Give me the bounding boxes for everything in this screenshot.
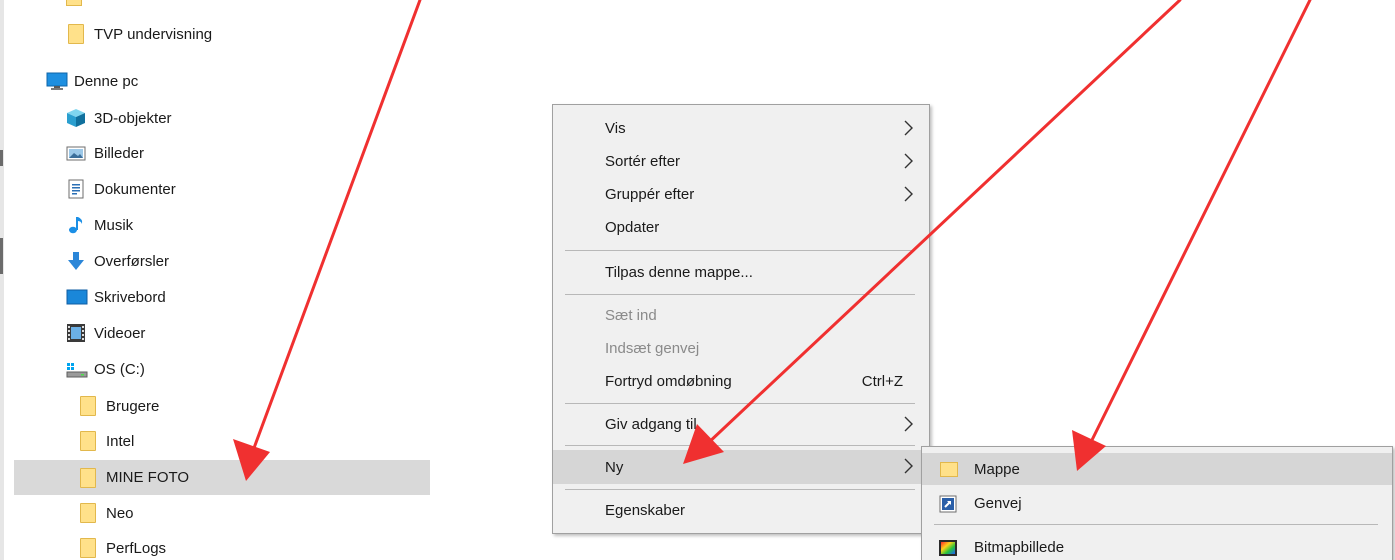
chevron-right-icon (904, 416, 913, 432)
menu-item-label: Tilpas denne mappe... (605, 264, 753, 281)
nav-item-neo[interactable]: Neo (14, 497, 430, 529)
nav-item-musik[interactable]: Musik (14, 209, 430, 241)
menu-item-indsaet-genvej[interactable]: Indsæt genvej (553, 332, 929, 365)
nav-item-label: TVP undervisning (94, 25, 213, 43)
menu-item-fortryd-omdobning[interactable]: Fortryd omdøbning Ctrl+Z (553, 365, 929, 398)
menu-item-vis[interactable]: Vis (553, 112, 929, 145)
nav-item-dokumenter[interactable]: Dokumenter (14, 173, 430, 205)
menu-separator (565, 250, 915, 251)
navigation-pane: TVP undervisning Denne pc 3D-objekter Bi… (14, 0, 430, 560)
folder-icon (78, 503, 98, 523)
menu-separator (934, 524, 1378, 525)
folder-icon (78, 431, 98, 451)
nav-item-tvp-undervisning[interactable]: TVP undervisning (14, 18, 430, 50)
pictures-icon (66, 143, 86, 163)
computer-icon (46, 71, 68, 91)
menu-item-label: Indsæt genvej (605, 340, 700, 357)
music-icon (66, 215, 86, 235)
nav-item-billeder[interactable]: Billeder (14, 137, 430, 169)
menu-item-label: Opdater (605, 219, 660, 236)
menu-item-egenskaber[interactable]: Egenskaber (553, 494, 929, 527)
menu-item-label: Ny (605, 458, 624, 476)
nav-item-label: 3D-objekter (94, 109, 172, 127)
menu-item-label: Sæt ind (605, 307, 657, 324)
folder-icon (78, 467, 98, 488)
menu-item-sorter-efter[interactable]: Sortér efter (553, 145, 929, 178)
menu-item-label: Sortér efter (605, 153, 681, 170)
nav-item-label: MINE FOTO (106, 469, 190, 486)
window-left-edge (0, 0, 4, 560)
submenu-item-label: Genvej (974, 494, 1022, 512)
menu-item-grupper-efter[interactable]: Gruppér efter (553, 178, 929, 211)
chevron-right-icon (904, 120, 913, 136)
drive-icon (66, 359, 88, 379)
folder-icon (78, 538, 98, 558)
nav-item-label: PerfLogs (106, 539, 167, 557)
menu-item-tilpas-denne-mappe[interactable]: Tilpas denne mappe... (553, 256, 929, 289)
nav-item-label: Intel (106, 432, 135, 450)
menu-item-opdater[interactable]: Opdater (553, 211, 929, 244)
nav-item-skrivebord[interactable]: Skrivebord (14, 281, 430, 313)
chevron-right-icon (904, 186, 913, 202)
videos-icon (66, 323, 86, 343)
submenu-new: Mappe Genvej Bitmapbillede (921, 446, 1393, 560)
menu-item-label: Gruppér efter (605, 186, 695, 203)
annotation-arrow-to-mappe (1072, 0, 1312, 471)
nav-item-os-c[interactable]: OS (C:) (14, 353, 430, 385)
submenu-item-label: Mappe (974, 460, 1020, 478)
nav-item-3d-objekter[interactable]: 3D-objekter (14, 102, 430, 134)
menu-item-label: Giv adgang til (605, 416, 697, 433)
nav-item-label: OS (C:) (94, 360, 145, 378)
nav-item-overforsler[interactable]: Overførsler (14, 245, 430, 277)
menu-item-saet-ind[interactable]: Sæt ind (553, 299, 929, 332)
folder-icon (938, 460, 958, 480)
menu-separator (565, 489, 915, 490)
menu-item-label: Egenskaber (605, 502, 686, 519)
nav-item-label: Videoer (94, 324, 146, 342)
nav-item-denne-pc[interactable]: Denne pc (14, 65, 430, 97)
nav-item-label: Brugere (106, 397, 160, 415)
chevron-right-icon (904, 153, 913, 169)
screenshot-stage: TVP undervisning Denne pc 3D-objekter Bi… (0, 0, 1395, 560)
download-icon (66, 251, 86, 271)
menu-separator (565, 294, 915, 295)
nav-item-intel[interactable]: Intel (14, 425, 430, 457)
menu-separator (565, 403, 915, 404)
chevron-right-icon (904, 458, 913, 474)
submenu-item-mappe[interactable]: Mappe (922, 453, 1392, 485)
bitmap-icon (938, 538, 958, 558)
shortcut-icon (938, 494, 958, 514)
menu-item-label: Fortryd omdøbning (605, 373, 732, 390)
nav-item-videoer[interactable]: Videoer (14, 317, 430, 349)
documents-icon (66, 179, 86, 199)
3d-objects-icon (66, 108, 86, 128)
folder-icon (66, 24, 86, 44)
nav-item-mine-foto[interactable]: MINE FOTO (14, 460, 430, 495)
menu-separator (565, 445, 915, 446)
submenu-item-label: Bitmapbillede (974, 538, 1065, 556)
nav-item-label: Dokumenter (94, 180, 176, 198)
menu-item-giv-adgang-til[interactable]: Giv adgang til (553, 408, 929, 441)
desktop-icon (66, 287, 88, 307)
nav-item-perflogs[interactable]: PerfLogs (14, 532, 430, 560)
menu-item-ny[interactable]: Ny (553, 450, 929, 484)
nav-item-label: Denne pc (74, 72, 139, 90)
submenu-item-genvej[interactable]: Genvej (922, 487, 1392, 519)
nav-item-label: Overførsler (94, 252, 169, 270)
nav-item-label: Billeder (94, 144, 145, 162)
nav-item-label: Musik (94, 216, 134, 234)
submenu-item-bitmapbillede[interactable]: Bitmapbillede (922, 531, 1392, 560)
folder-icon (78, 396, 98, 416)
nav-item-label: Skrivebord (94, 288, 166, 306)
menu-item-shortcut: Ctrl+Z (861, 373, 903, 390)
nav-item-label: Neo (106, 504, 134, 522)
menu-item-label: Vis (605, 120, 626, 137)
context-menu: Vis Sortér efter Gruppér efter Opdater T… (552, 104, 930, 534)
nav-item-brugere[interactable]: Brugere (14, 390, 430, 422)
